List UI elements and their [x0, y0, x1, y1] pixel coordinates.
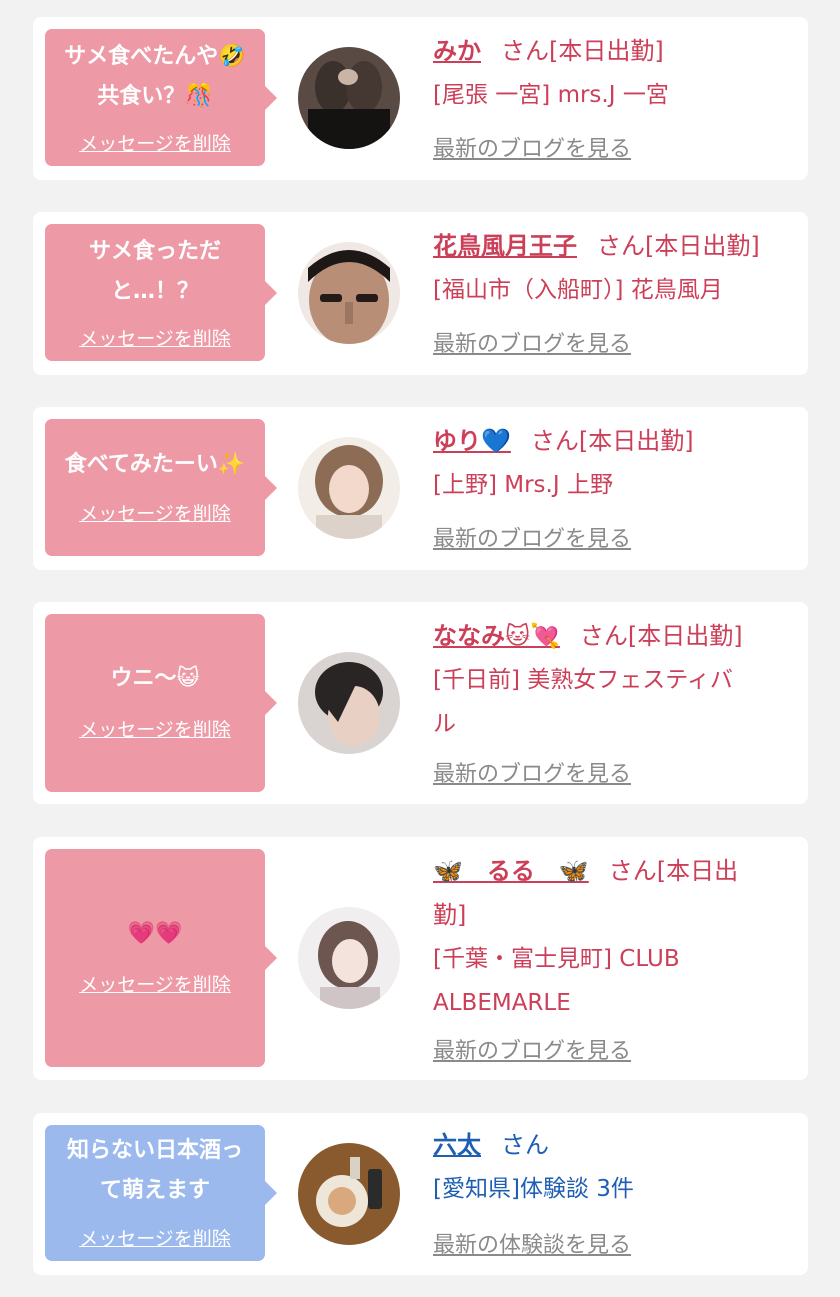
user-status: さん[本日出勤] [579, 622, 743, 650]
shop-label: [福山市（入船町）] 花鳥風月 [433, 277, 723, 303]
message-line: 💗💗 [127, 921, 183, 946]
avatar-photo [298, 47, 400, 149]
message-bubble: ウニ〜😺 メッセージを削除 [45, 614, 277, 792]
user-name-line: 花鳥風月王子 さん[本日出勤] [433, 224, 793, 268]
message-line: サメ食べたんや🤣 [64, 44, 246, 69]
message-card: 食べてみたーい✨ メッセージを削除 ゆり💙 さん[本日出勤] [上野] Mrs.J… [33, 407, 808, 570]
message-text: 食べてみたーい✨ [51, 445, 259, 485]
avatar-photo [298, 1143, 400, 1245]
message-bubble: 💗💗 メッセージを削除 [45, 849, 277, 1067]
message-text: サメ食べたんや🤣 共食い？🎊 [51, 37, 259, 117]
message-text: ウニ〜😺 [51, 659, 259, 699]
user-info: 六太 さん [愛知県]体験談 3件 最新の体験談を見る [433, 1123, 793, 1258]
message-line: 共食い？🎊 [97, 84, 213, 109]
delete-message-link[interactable]: メッセージを削除 [45, 1224, 265, 1251]
avatar-photo [298, 242, 400, 344]
user-status: さん [501, 1131, 549, 1159]
user-name-link[interactable]: ななみ🐱💘 [433, 622, 560, 650]
message-text: 知らない日本酒っ て萌えます [51, 1131, 259, 1211]
shop-label-continued: ル [433, 711, 456, 737]
user-info: 花鳥風月王子 さん[本日出勤] [福山市（入船町）] 花鳥風月 最新のブログを見る [433, 224, 793, 357]
shop-label: [上野] Mrs.J 上野 [433, 472, 613, 498]
message-line: 知らない日本酒っ [66, 1138, 243, 1163]
avatar[interactable] [298, 437, 400, 539]
user-info: 🦋 るる 🦋 さん[本日出 勤] [千葉・富士見町] CLUB ALBEMARLE… [433, 849, 793, 1064]
user-status: さん[本日出勤] [597, 232, 760, 260]
delete-message-link[interactable]: メッセージを削除 [45, 129, 265, 156]
shop-label: [尾張 一宮] mrs.J 一宮 [433, 82, 669, 108]
message-card: サメ食っただ と…！？ メッセージを削除 花鳥風月王子 さん[本日出勤] [福山市… [33, 212, 808, 375]
avatar[interactable] [298, 652, 400, 754]
latest-blog-link[interactable]: 最新のブログを見る [433, 326, 631, 358]
user-status: さん[本日出 [608, 857, 739, 885]
message-card: 💗💗 メッセージを削除 🦋 るる 🦋 さん[本日出 勤] [千葉・富士見町] CL… [33, 837, 808, 1080]
user-name-line: 🦋 るる 🦋 さん[本日出 [433, 849, 793, 893]
user-name-link[interactable]: 花鳥風月王子 [433, 232, 577, 260]
user-name-line: 六太 さん [433, 1123, 793, 1167]
delete-message-link[interactable]: メッセージを削除 [45, 715, 265, 742]
user-status: さん[本日出勤] [530, 427, 694, 455]
shop-label-continued: ALBEMARLE [433, 990, 571, 1016]
message-line: ウニ〜😺 [110, 666, 200, 691]
shop-label: [千葉・富士見町] CLUB [433, 946, 680, 972]
latest-blog-link[interactable]: 最新のブログを見る [433, 1033, 631, 1065]
message-line: と…！？ [110, 279, 199, 304]
avatar[interactable] [298, 242, 400, 344]
user-info: みか さん[本日出勤] [尾張 一宮] mrs.J 一宮 最新のブログを見る [433, 29, 793, 162]
message-text: 💗💗 [51, 914, 259, 954]
user-status: さん[本日出勤] [501, 37, 664, 65]
user-info: ななみ🐱💘 さん[本日出勤] [千日前] 美熟女フェスティバ ル 最新のブログを見… [433, 614, 793, 787]
message-bubble: 知らない日本酒っ て萌えます メッセージを削除 [45, 1125, 277, 1261]
user-name-link[interactable]: みか [433, 37, 481, 65]
user-name-link[interactable]: 六太 [433, 1131, 481, 1159]
shop-label: [千日前] 美熟女フェスティバ [433, 667, 733, 693]
avatar[interactable] [298, 47, 400, 149]
user-name-link[interactable]: ゆり💙 [433, 427, 511, 455]
message-line: 食べてみたーい✨ [64, 452, 246, 477]
avatar[interactable] [298, 1143, 400, 1245]
latest-review-link[interactable]: 最新の体験談を見る [433, 1227, 631, 1259]
avatar-photo [298, 907, 400, 1009]
review-count-label: [愛知県]体験談 3件 [433, 1176, 634, 1202]
latest-blog-link[interactable]: 最新のブログを見る [433, 131, 631, 163]
avatar-photo [298, 437, 400, 539]
latest-blog-link[interactable]: 最新のブログを見る [433, 756, 631, 788]
delete-message-link[interactable]: メッセージを削除 [45, 970, 265, 997]
message-card: 知らない日本酒っ て萌えます メッセージを削除 六太 さん [愛知県]体験談 3件… [33, 1113, 808, 1275]
message-bubble: サメ食っただ と…！？ メッセージを削除 [45, 224, 277, 361]
avatar-photo [298, 652, 400, 754]
delete-message-link[interactable]: メッセージを削除 [45, 499, 265, 526]
message-line: サメ食っただ [88, 239, 221, 264]
user-name-link[interactable]: 🦋 るる 🦋 [433, 857, 589, 885]
user-name-line: ななみ🐱💘 さん[本日出勤] [433, 614, 793, 658]
delete-message-link[interactable]: メッセージを削除 [45, 324, 265, 351]
message-card: ウニ〜😺 メッセージを削除 ななみ🐱💘 さん[本日出勤] [千日前] 美熟女フェス… [33, 602, 808, 804]
message-bubble: サメ食べたんや🤣 共食い？🎊 メッセージを削除 [45, 29, 277, 166]
latest-blog-link[interactable]: 最新のブログを見る [433, 521, 631, 553]
message-card: サメ食べたんや🤣 共食い？🎊 メッセージを削除 みか さん[本日出勤] [尾張 一… [33, 17, 808, 180]
user-name-line: ゆり💙 さん[本日出勤] [433, 419, 793, 463]
user-name-line: みか さん[本日出勤] [433, 29, 793, 73]
avatar[interactable] [298, 907, 400, 1009]
message-text: サメ食っただ と…！？ [51, 232, 259, 312]
user-info: ゆり💙 さん[本日出勤] [上野] Mrs.J 上野 最新のブログを見る [433, 419, 793, 552]
message-line: て萌えます [99, 1178, 210, 1203]
message-list: サメ食べたんや🤣 共食い？🎊 メッセージを削除 みか さん[本日出勤] [尾張 一… [0, 0, 840, 1297]
user-status-continued: 勤] [433, 901, 467, 929]
message-bubble: 食べてみたーい✨ メッセージを削除 [45, 419, 277, 556]
